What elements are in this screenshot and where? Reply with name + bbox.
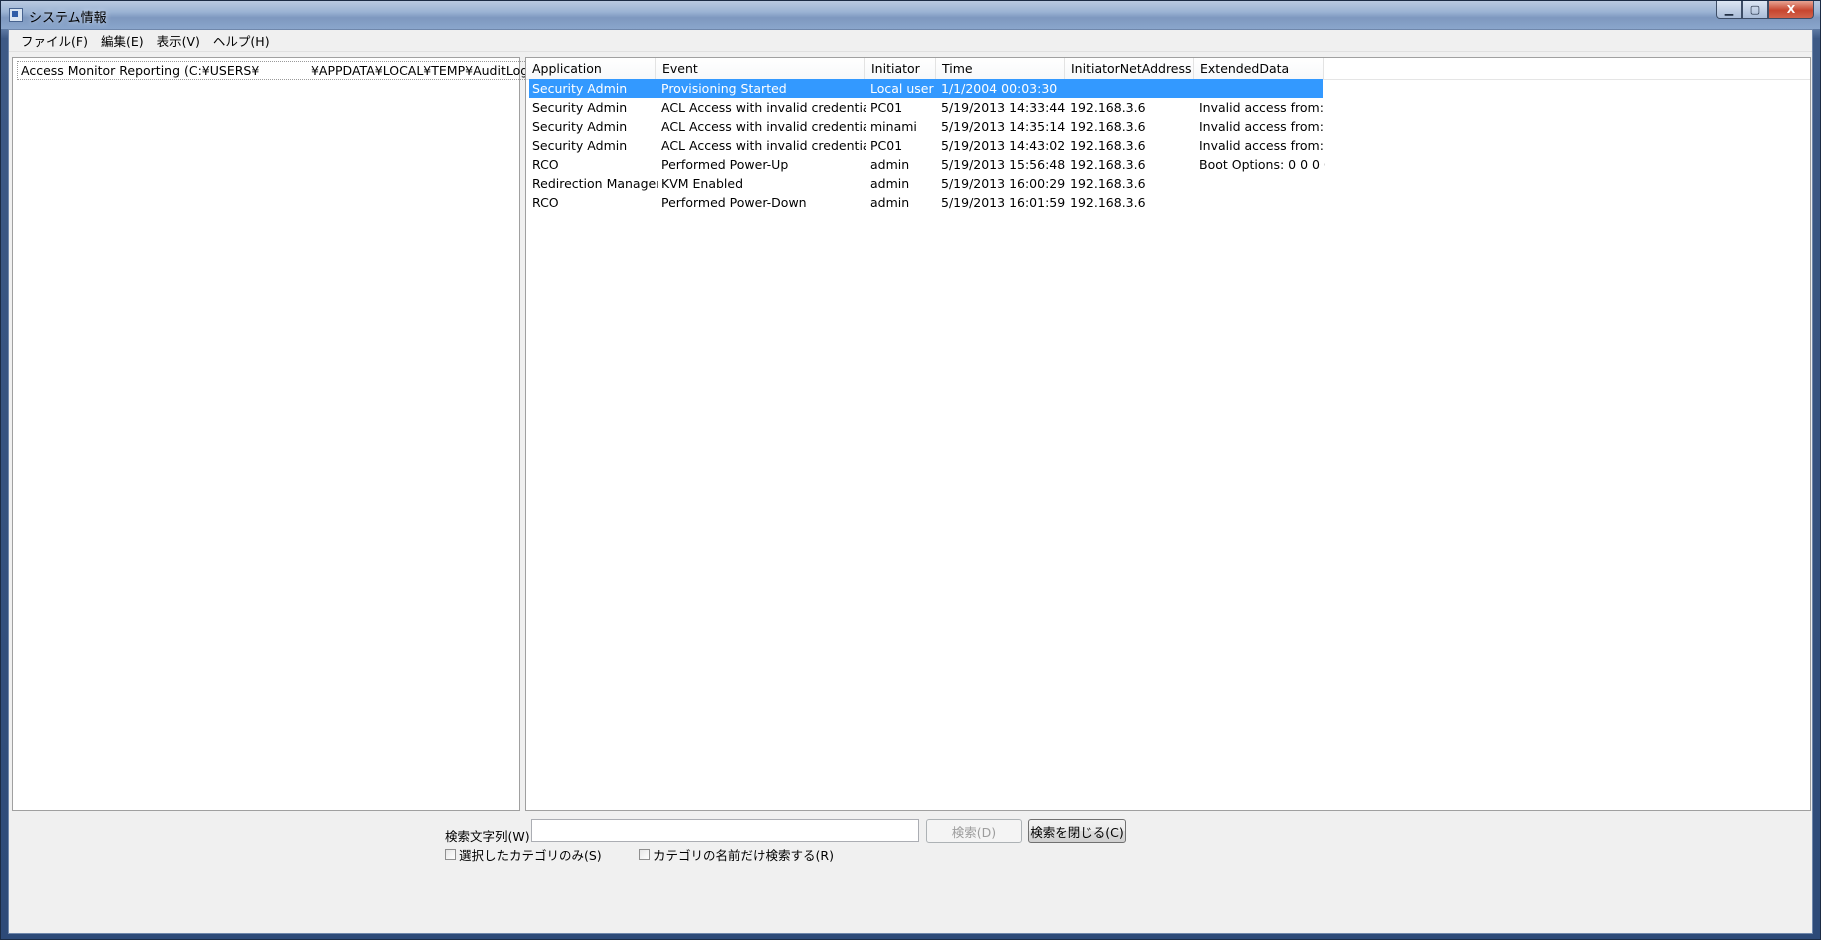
selected-category-only-checkbox[interactable]: 選択したカテゴリのみ(S) <box>445 845 602 864</box>
cell-time: 5/19/2013 14:43:02 <box>941 138 1066 153</box>
cell-time: 5/19/2013 14:33:44 <box>941 100 1066 115</box>
close-button[interactable]: X <box>1768 1 1814 19</box>
table-row[interactable]: Security Admin ACL Access with invalid cr… <box>529 136 1325 155</box>
cell-time: 5/19/2013 15:56:48 <box>941 157 1066 172</box>
column-time[interactable]: Time <box>936 58 1065 79</box>
find-button[interactable]: 検索(D) <box>926 819 1022 843</box>
cell-application: Redirection Manager <box>532 176 658 191</box>
cell-net-address <box>1070 79 1196 98</box>
checkbox-box[interactable] <box>639 849 650 860</box>
cell-application: Security Admin <box>532 100 628 115</box>
cell-application: RCO <box>532 195 559 210</box>
app-window: システム情報 ▁ ▢ X ファイル(F) 編集(E) 表示(V) ヘルプ(H) … <box>0 0 1821 940</box>
close-search-button[interactable]: 検索を閉じる(C) <box>1028 819 1126 843</box>
column-application[interactable]: Application <box>526 58 656 79</box>
cell-extended-data: Invalid access from: ... <box>1199 119 1325 134</box>
cell-application: Security Admin <box>532 138 628 153</box>
search-label: 検索文字列(W): <box>445 829 534 844</box>
cell-extended-data <box>1199 174 1325 193</box>
cell-event: ACL Access with invalid credentials <box>661 138 866 153</box>
column-initiator-net-address[interactable]: InitiatorNetAddress <box>1065 58 1194 79</box>
cell-net-address: 192.168.3.6 <box>1070 176 1146 191</box>
details-list[interactable]: Application Event Initiator Time Initiat… <box>525 57 1811 811</box>
category-names-only-label: カテゴリの名前だけ検索する(R) <box>653 848 834 863</box>
cell-event: KVM Enabled <box>661 176 744 191</box>
cell-event: Performed Power-Down <box>661 195 807 210</box>
cell-extended-data: Invalid access from: ... <box>1199 100 1325 115</box>
menu-edit[interactable]: 編集(E) <box>95 29 150 52</box>
cell-time: 1/1/2004 00:03:30 <box>941 81 1058 96</box>
cell-net-address: 192.168.3.6 <box>1070 119 1146 134</box>
cell-time: 5/19/2013 16:01:59 <box>941 195 1066 210</box>
cell-initiator: PC01 <box>870 100 903 115</box>
cell-initiator: admin <box>870 176 910 191</box>
cell-extended-data <box>1199 193 1325 212</box>
menu-view[interactable]: 表示(V) <box>151 29 206 52</box>
maximize-icon: ▢ <box>1749 3 1761 16</box>
menu-file[interactable]: ファイル(F) <box>15 29 94 52</box>
table-row[interactable]: RCO Performed Power-Down admin 5/19/2013 16… <box>529 193 1323 212</box>
table-row[interactable]: Security Admin Provisioning Started Local … <box>529 79 1323 98</box>
search-input[interactable] <box>531 819 919 842</box>
table-row[interactable]: Security Admin ACL Access with invalid cr… <box>529 117 1325 136</box>
column-event[interactable]: Event <box>656 58 865 79</box>
cell-initiator: Local user <box>870 81 934 96</box>
maximize-button[interactable]: ▢ <box>1742 1 1768 19</box>
cell-application: RCO <box>532 157 559 172</box>
cell-extended-data <box>1199 79 1325 98</box>
minimize-icon: ▁ <box>1724 3 1734 16</box>
client-area: ファイル(F) 編集(E) 表示(V) ヘルプ(H) Access Monito… <box>8 29 1813 934</box>
cell-event: Provisioning Started <box>661 81 787 96</box>
title-bar[interactable]: システム情報 ▁ ▢ X <box>1 1 1820 29</box>
cell-net-address: 192.168.3.6 <box>1070 157 1146 172</box>
cell-event: Performed Power-Up <box>661 157 789 172</box>
search-panel: 検索文字列(W): 検索(D) 検索を閉じる(C) 選択したカテゴリのみ(S) … <box>9 812 1812 932</box>
close-icon: X <box>1786 3 1796 16</box>
table-row[interactable]: Redirection Manager KVM Enabled admin 5/19/… <box>529 174 1323 193</box>
cell-extended-data: Boot Options: 0 0 0 0... <box>1199 157 1325 172</box>
table-row[interactable]: Security Admin ACL Access with invalid cr… <box>529 98 1325 117</box>
cell-initiator: admin <box>870 157 910 172</box>
system-info-icon <box>9 8 23 22</box>
cell-event: ACL Access with invalid credentials <box>661 119 866 134</box>
menu-help[interactable]: ヘルプ(H) <box>207 29 276 52</box>
category-tree[interactable]: Access Monitor Reporting (C:¥USERS¥ ¥APP… <box>12 57 561 811</box>
cell-initiator: PC01 <box>870 138 903 153</box>
cell-net-address: 192.168.3.6 <box>1070 195 1146 210</box>
tree-item-audit-log[interactable]: Access Monitor Reporting (C:¥USERS¥ ¥APP… <box>17 61 561 80</box>
cell-time: 5/19/2013 14:35:14 <box>941 119 1066 134</box>
checkbox-box[interactable] <box>445 849 456 860</box>
column-initiator[interactable]: Initiator <box>865 58 936 79</box>
cell-application: Security Admin <box>532 119 628 134</box>
cell-initiator: admin <box>870 195 910 210</box>
cell-initiator: minami <box>870 119 917 134</box>
column-extended-data[interactable]: ExtendedData <box>1194 58 1324 79</box>
cell-event: ACL Access with invalid credentials <box>661 100 866 115</box>
window-controls: ▁ ▢ X <box>1716 1 1814 21</box>
selected-category-only-label: 選択したカテゴリのみ(S) <box>459 848 602 863</box>
cell-application: Security Admin <box>532 81 628 96</box>
cell-extended-data: Invalid access from: ... <box>1199 138 1325 153</box>
table-row[interactable]: RCO Performed Power-Up admin 5/19/2013 15:5… <box>529 155 1325 174</box>
column-headers: Application Event Initiator Time Initiat… <box>526 58 1810 80</box>
minimize-button[interactable]: ▁ <box>1716 1 1742 19</box>
category-names-only-checkbox[interactable]: カテゴリの名前だけ検索する(R) <box>639 845 834 864</box>
cell-net-address: 192.168.3.6 <box>1070 100 1146 115</box>
cell-net-address: 192.168.3.6 <box>1070 138 1146 153</box>
window-title: システム情報 <box>29 11 107 26</box>
cell-time: 5/19/2013 16:00:29 <box>941 176 1066 191</box>
menu-bar: ファイル(F) 編集(E) 表示(V) ヘルプ(H) <box>9 30 1812 52</box>
